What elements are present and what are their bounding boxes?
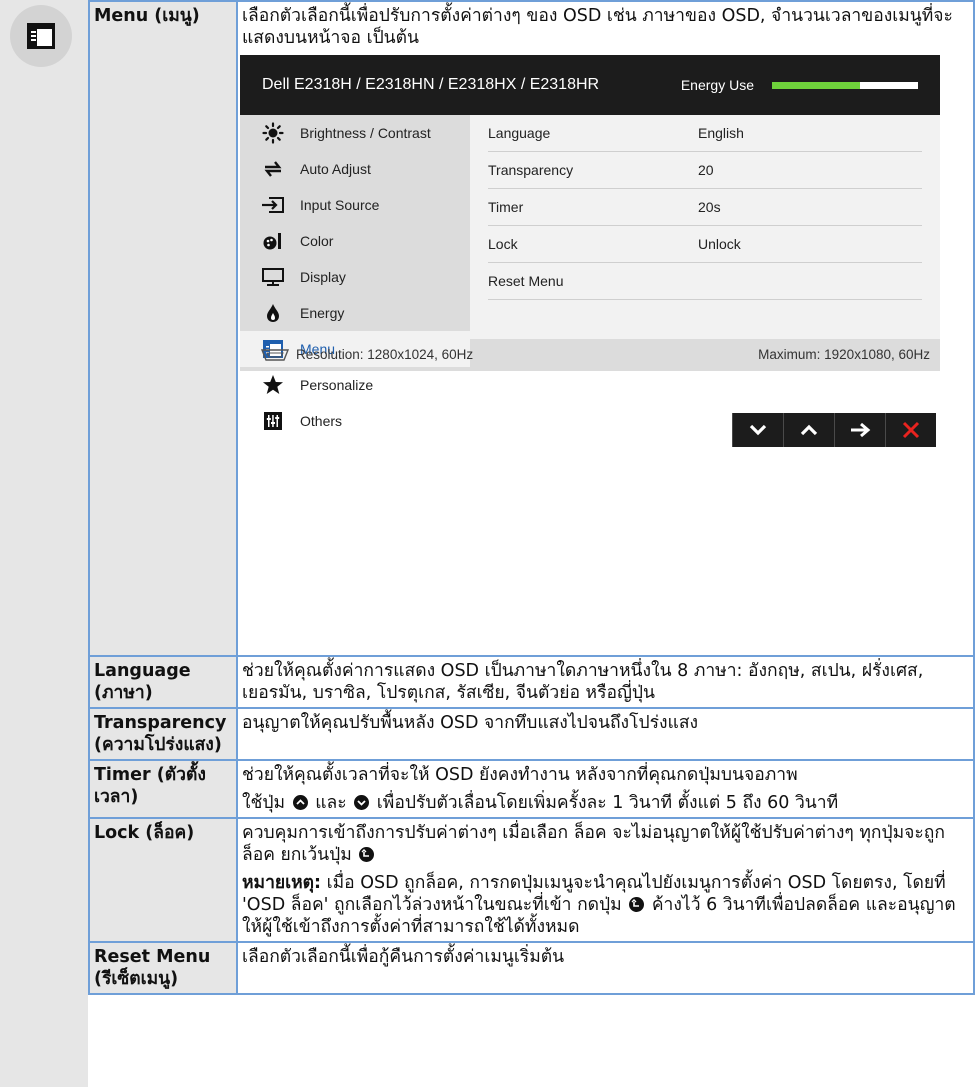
osd-item-energy[interactable]: Energy [240, 295, 470, 331]
back-button-icon [359, 847, 375, 862]
osd-body: Brightness / Contrast Auto Adjust Input … [240, 115, 940, 430]
right-arrow-icon [851, 422, 871, 438]
display-icon [260, 267, 286, 287]
osd-item-label: Energy [300, 305, 345, 321]
osd-settings-panel: Language English Transparency 20 Timer 2… [470, 115, 940, 339]
note-label: หมายเหตุ: [242, 873, 322, 893]
close-icon [902, 421, 920, 439]
menu-window-icon [27, 23, 55, 49]
timer-label: Timer (ตัวตั้งเวลา) [88, 759, 238, 819]
menu-description: เลือกตัวเลือกนี้เพื่อปรับการตั้งค่าต่างๆ… [242, 6, 953, 48]
osd-item-label: Color [300, 233, 334, 249]
osd-setting-name: Timer [488, 199, 524, 215]
lock-note: หมายเหตุ: เมื่อ OSD ถูกล็อค, การกดปุ่มเม… [242, 872, 969, 938]
brightness-icon [260, 122, 286, 144]
osd-setting-value: 20s [698, 199, 721, 215]
auto-adjust-icon [260, 159, 286, 179]
back-button-icon [629, 897, 645, 912]
reset-menu-label: Reset Menu (รีเซ็ตเมนู) [88, 941, 238, 995]
osd-setting-name: Lock [488, 236, 518, 252]
transparency-row: Transparency (ความโปร่งแสง) อนุญาตให้คุณ… [88, 707, 975, 761]
timer-usage-b: และ [315, 793, 347, 813]
down-button[interactable] [732, 413, 783, 447]
timer-description: ช่วยให้คุณตั้งเวลาที่จะให้ OSD ยังคงทำงา… [242, 765, 798, 785]
timer-row: Timer (ตัวตั้งเวลา) ช่วยให้คุณตั้งเวลาที… [88, 759, 975, 819]
osd-setting-value: Unlock [698, 236, 741, 252]
down-button-icon [354, 795, 370, 810]
osd-setting-row[interactable]: Transparency 20 [488, 152, 922, 189]
down-icon [749, 424, 767, 436]
input-source-icon [260, 195, 286, 215]
lock-row: Lock (ล็อค) ควบคุมการเข้าถึงการปรับค่าต่… [88, 817, 975, 943]
energy-use-label: Energy Use [680, 77, 754, 93]
language-label: Language (ภาษา) [88, 655, 238, 709]
icon-column [0, 0, 88, 1087]
osd-screenshot: Dell E2318H / E2318HN / E2318HX / E2318H… [240, 55, 940, 447]
osd-item-display[interactable]: Display [240, 259, 470, 295]
language-description: ช่วยให้คุณตั้งค่าการแสดง OSD เป็นภาษาใดภ… [236, 655, 975, 709]
lock-desc-cell: ควบคุมการเข้าถึงการปรับค่าต่างๆ เมื่อเลื… [236, 817, 975, 943]
language-row: Language (ภาษา) ช่วยให้คุณตั้งค่าการแสดง… [88, 655, 975, 709]
osd-item-input-source[interactable]: Input Source [240, 187, 470, 223]
resolution-info: Resolution: 1280x1024, 60Hz [260, 344, 758, 366]
timer-desc-cell: ช่วยให้คุณตั้งเวลาที่จะให้ OSD ยังคงทำงา… [236, 759, 975, 819]
osd-setting-row[interactable]: Timer 20s [488, 189, 922, 226]
osd-item-label: Personalize [300, 377, 374, 393]
osd-item-label: Input Source [300, 197, 380, 213]
menu-desc-cell: เลือกตัวเลือกนี้เพื่อปรับการตั้งค่าต่างๆ… [236, 0, 975, 657]
color-icon [260, 231, 286, 251]
osd-setting-name: Reset Menu [488, 273, 564, 289]
osd-setting-name: Language [488, 125, 551, 141]
reset-menu-row: Reset Menu (รีเซ็ตเมนู) เลือกตัวเลือกนี้… [88, 941, 975, 995]
lock-label: Lock (ล็อค) [88, 817, 238, 943]
lock-text: ควบคุมการเข้าถึงการปรับค่าต่างๆ เมื่อเลื… [242, 823, 945, 865]
others-icon [260, 411, 286, 431]
osd-menu-list: Brightness / Contrast Auto Adjust Input … [240, 115, 470, 430]
up-button-icon [292, 795, 308, 810]
up-icon [800, 424, 818, 436]
osd-model-title: Dell E2318H / E2318HN / E2318HX / E2318H… [262, 76, 600, 93]
menu-row: Menu (เมนู) เลือกตัวเลือกนี้เพื่อปรับการ… [88, 0, 975, 657]
osd-item-color[interactable]: Color [240, 223, 470, 259]
osd-item-personalize[interactable]: Personalize [240, 367, 470, 403]
osd-item-auto-adjust[interactable]: Auto Adjust [240, 151, 470, 187]
osd-header: Dell E2318H / E2318HN / E2318HX / E2318H… [240, 55, 940, 115]
maximum-resolution: Maximum: 1920x1080, 60Hz [758, 347, 930, 362]
menu-label: Menu (เมนู) [88, 0, 238, 657]
osd-setting-row[interactable]: Lock Unlock [488, 226, 922, 263]
resolution-text: Resolution: 1280x1024, 60Hz [296, 347, 474, 362]
osd-item-brightness[interactable]: Brightness / Contrast [240, 115, 470, 151]
vga-connector-icon [260, 349, 290, 361]
timer-usage-c: เพื่อปรับตัวเลื่อนโดยเพิ่มครั้งละ 1 วินา… [376, 793, 839, 813]
osd-item-label: Others [300, 413, 343, 429]
energy-use-fill [772, 81, 860, 89]
reset-menu-description: เลือกตัวเลือกนี้เพื่อกู้คืนการตั้งค่าเมน… [236, 941, 975, 995]
osd-item-others[interactable]: Others [240, 403, 470, 439]
transparency-description: อนุญาตให้คุณปรับพื้นหลัง OSD จากทึบแสงไป… [236, 707, 975, 761]
energy-icon [260, 303, 286, 323]
osd-setting-row[interactable]: Language English [488, 115, 922, 152]
energy-use-bar [772, 81, 918, 89]
page: Menu (เมนู) เลือกตัวเลือกนี้เพื่อปรับการ… [0, 0, 977, 1087]
timer-usage: ใช้ปุ่ม และ เพื่อปรับตัวเลื่อนโดยเพิ่มคร… [242, 792, 969, 814]
transparency-label: Transparency (ความโปร่งแสง) [88, 707, 238, 761]
settings-table: Menu (เมนู) เลือกตัวเลือกนี้เพื่อปรับการ… [88, 0, 975, 995]
close-button[interactable] [885, 413, 936, 447]
osd-setting-value: English [698, 125, 744, 141]
right-button[interactable] [834, 413, 885, 447]
osd-item-label: Brightness / Contrast [300, 125, 431, 141]
timer-usage-a: ใช้ปุ่ม [242, 793, 286, 813]
star-icon [260, 375, 286, 395]
up-button[interactable] [783, 413, 834, 447]
osd-item-label: Display [300, 269, 346, 285]
lock-description: ควบคุมการเข้าถึงการปรับค่าต่างๆ เมื่อเลื… [242, 822, 969, 866]
osd-item-label: Auto Adjust [300, 161, 371, 177]
osd-setting-row[interactable]: Reset Menu [488, 263, 922, 300]
osd-setting-value: 20 [698, 162, 714, 178]
osd-setting-name: Transparency [488, 162, 574, 178]
menu-section-icon-badge [10, 5, 72, 67]
